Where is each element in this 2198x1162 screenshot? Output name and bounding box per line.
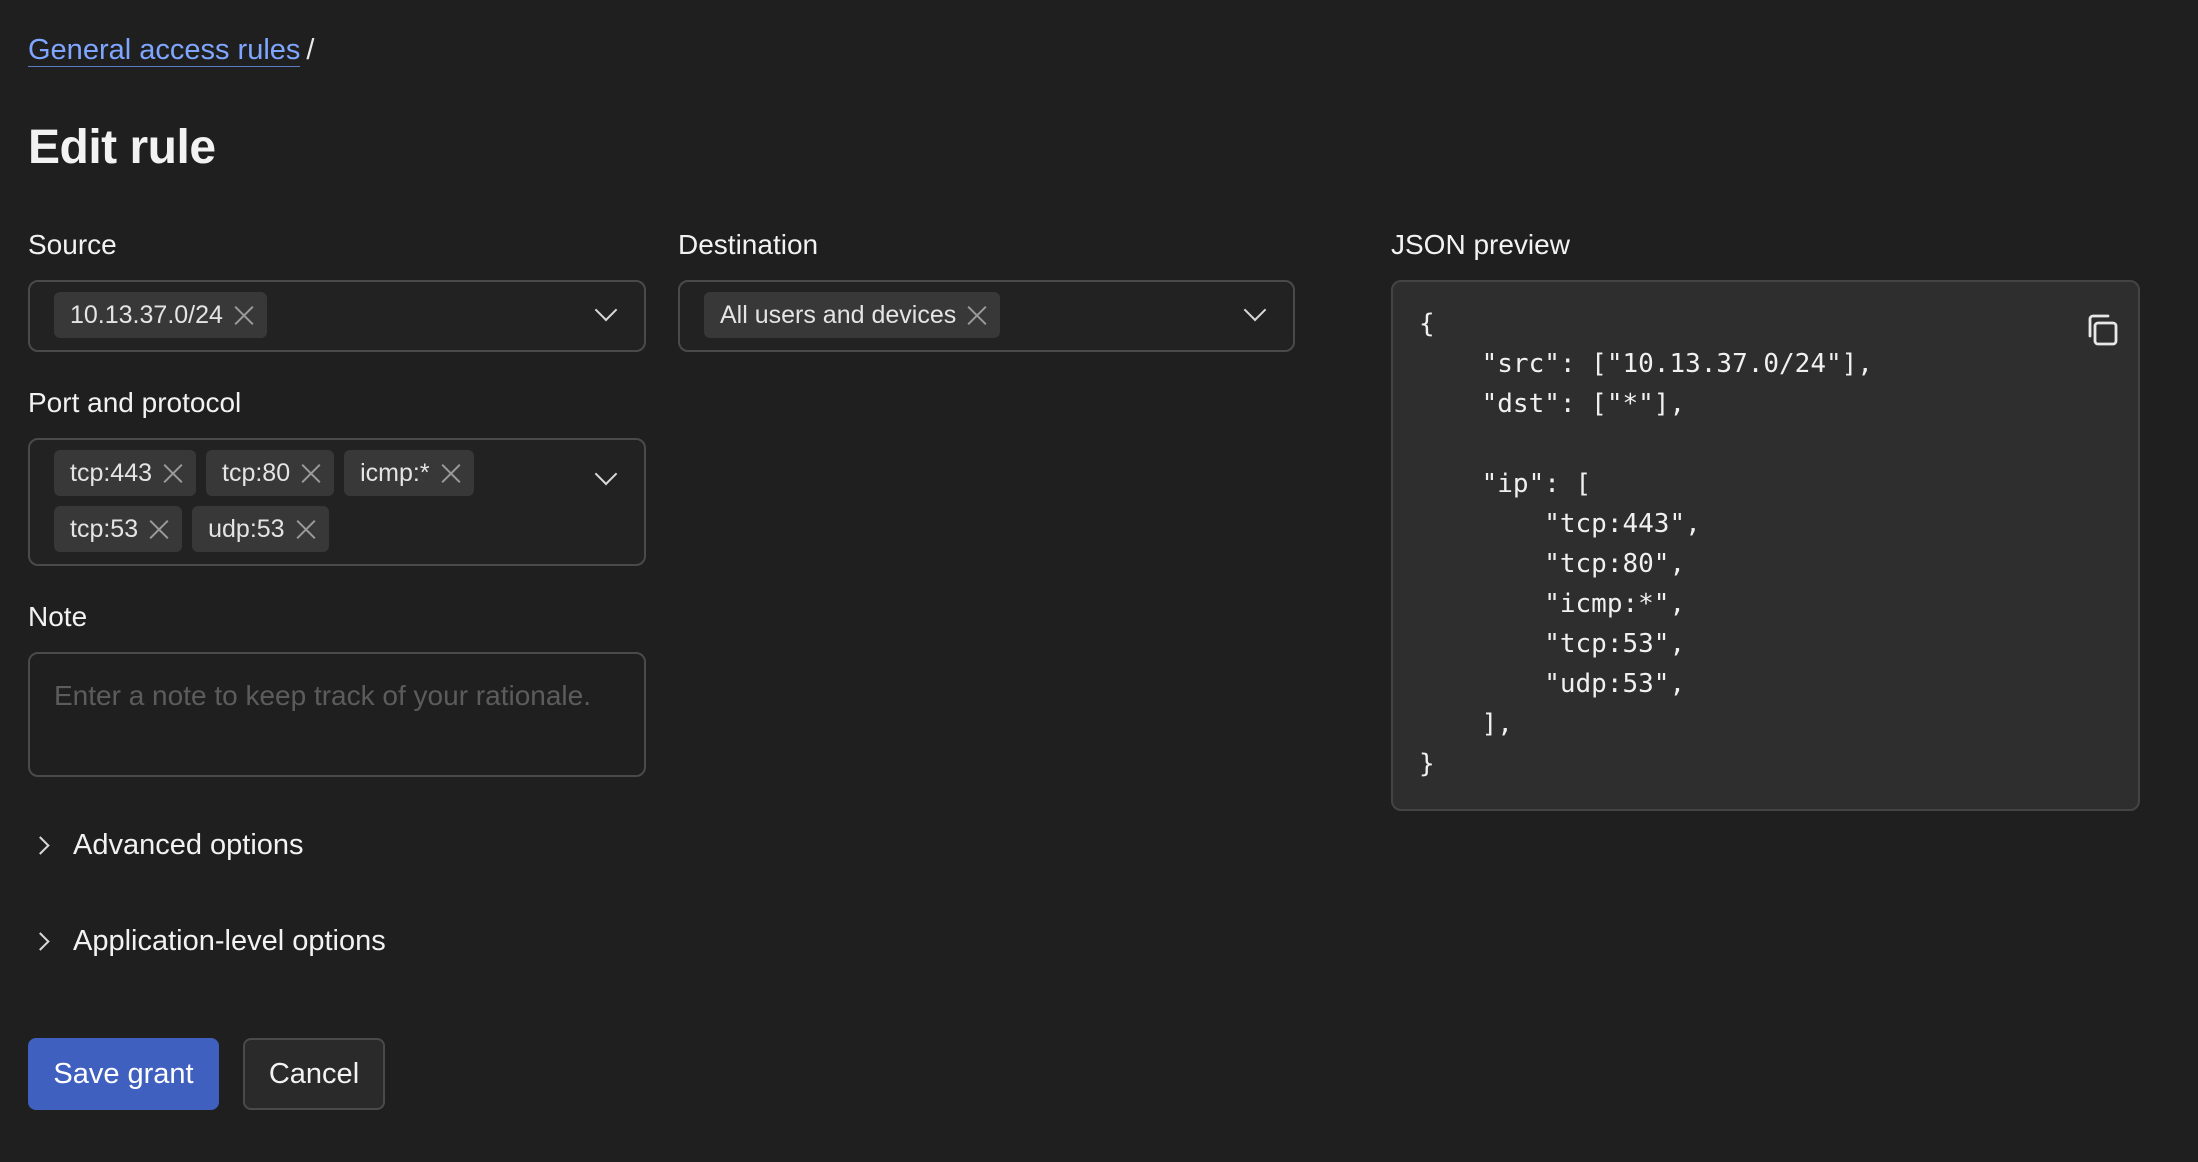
json-preview-label: JSON preview [1391, 229, 1570, 260]
x-icon[interactable] [233, 304, 255, 326]
advanced-options-toggle[interactable]: Advanced options [28, 825, 304, 865]
x-icon[interactable] [148, 518, 170, 540]
x-icon[interactable] [295, 518, 317, 540]
port-protocol-label: Port and protocol [28, 387, 242, 418]
port-chip-label: tcp:53 [70, 514, 139, 543]
breadcrumb-separator: / [306, 34, 315, 66]
application-options-label: Application-level options [73, 925, 386, 957]
x-icon[interactable] [966, 304, 988, 326]
port-chip-label: tcp:80 [222, 458, 291, 487]
breadcrumb-link-general-access-rules[interactable]: General access rules [28, 34, 301, 67]
note-textarea[interactable] [28, 652, 646, 777]
port-chip: tcp:53 [54, 506, 183, 552]
cancel-button[interactable]: Cancel [243, 1038, 385, 1110]
port-protocol-select[interactable]: tcp:443 tcp:80 icmp:* tcp:53 udp:53 [28, 438, 646, 566]
destination-label: Destination [678, 229, 819, 260]
port-chip-label: tcp:443 [70, 458, 153, 487]
chevron-down-icon[interactable] [594, 462, 618, 486]
copy-icon[interactable] [2082, 310, 2122, 350]
destination-select[interactable]: All users and devices [678, 280, 1295, 352]
port-protocol-chips: tcp:443 tcp:80 icmp:* tcp:53 udp:53 [54, 450, 594, 552]
source-select[interactable]: 10.13.37.0/24 [28, 280, 646, 352]
chevron-right-icon [31, 931, 50, 951]
save-grant-button[interactable]: Save grant [28, 1038, 219, 1110]
x-icon[interactable] [162, 462, 184, 484]
chevron-down-icon[interactable] [594, 298, 618, 322]
source-chip: 10.13.37.0/24 [54, 292, 267, 338]
destination-chip-label: All users and devices [720, 300, 957, 329]
destination-chip: All users and devices [704, 292, 1001, 338]
page-title: Edit rule [28, 121, 216, 174]
chevron-down-icon[interactable] [1243, 298, 1267, 322]
x-icon[interactable] [440, 462, 462, 484]
port-chip: tcp:80 [206, 450, 335, 496]
x-icon[interactable] [300, 462, 322, 484]
source-chips: 10.13.37.0/24 [54, 292, 267, 338]
port-chip-label: udp:53 [208, 514, 285, 543]
port-chip: udp:53 [192, 506, 329, 552]
advanced-options-label: Advanced options [73, 829, 304, 861]
note-label: Note [28, 601, 88, 632]
application-options-toggle[interactable]: Application-level options [28, 921, 386, 961]
port-chip: tcp:443 [54, 450, 197, 496]
destination-chips: All users and devices [704, 292, 1001, 338]
json-preview-code: { "src": ["10.13.37.0/24"], "dst": ["*"]… [1419, 309, 1873, 779]
breadcrumb: General access rules / [28, 30, 314, 70]
chevron-right-icon [31, 835, 50, 855]
port-chip: icmp:* [344, 450, 474, 496]
source-chip-label: 10.13.37.0/24 [70, 300, 223, 329]
source-label: Source [28, 229, 117, 260]
edit-rule-page: General access rules / Edit rule Source 1… [0, 0, 2198, 1162]
port-chip-label: icmp:* [360, 458, 430, 487]
json-preview-panel: { "src": ["10.13.37.0/24"], "dst": ["*"]… [1391, 280, 2140, 811]
